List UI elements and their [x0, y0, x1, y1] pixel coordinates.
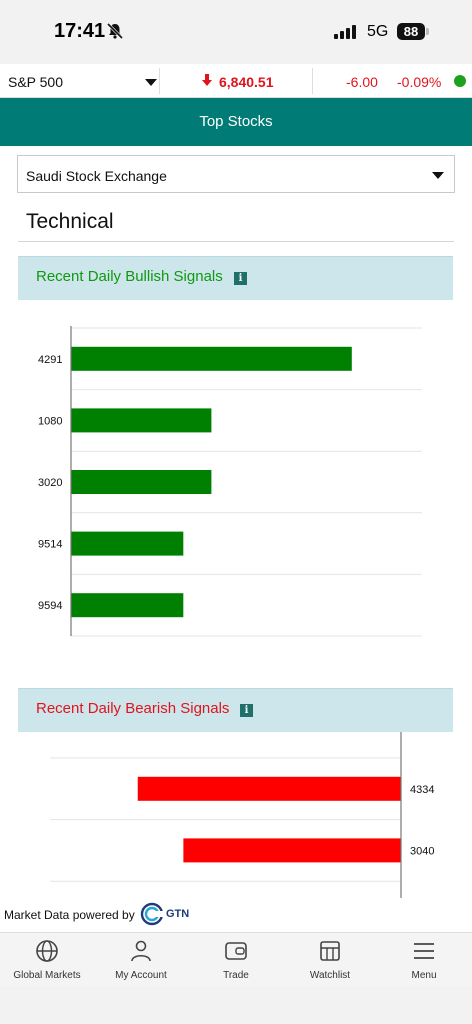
powered-by-bar: Market Data powered by GTN — [0, 898, 472, 932]
battery-tip — [426, 28, 429, 35]
wallet-icon[interactable] — [224, 939, 248, 963]
info-icon[interactable]: i — [240, 704, 253, 717]
divider — [18, 241, 454, 242]
bell-muted-icon — [106, 22, 124, 40]
bar — [71, 346, 352, 371]
tick-label: 4291 — [38, 354, 62, 366]
bar — [71, 531, 184, 556]
bullish-title: Recent Daily Bullish Signals — [36, 268, 223, 285]
bar — [71, 470, 212, 494]
nav-label[interactable]: Trade — [189, 970, 283, 981]
section-title: Technical — [26, 210, 114, 233]
index-ticker[interactable]: S&P 500 6,840.51 -6.00 -0.09% — [0, 64, 472, 98]
chevron-down-icon[interactable] — [432, 172, 444, 179]
status-bar: 17:41 5G 88 — [0, 0, 472, 64]
nav-watchlist[interactable]: Watchlist — [283, 933, 377, 987]
tick-label: 9594 — [38, 600, 62, 612]
nav-trade[interactable]: Trade — [189, 933, 283, 987]
index-value: 6,840.51 — [219, 74, 274, 90]
gtn-logo-icon — [140, 902, 164, 926]
bullish-chart: 4291 1080 3020 9514 9594 — [38, 326, 422, 637]
network-type: 5G — [367, 23, 389, 40]
powered-by-text: Market Data powered by — [4, 908, 135, 922]
chevron-down-icon[interactable] — [145, 79, 157, 86]
index-name[interactable]: S&P 500 — [8, 74, 63, 90]
app-header: Top Stocks — [0, 98, 472, 146]
bearish-panel-header: Recent Daily Bearish Signals i — [18, 688, 453, 732]
bearish-panel: Recent Daily Bearish Signals i 4334 3040 — [18, 688, 453, 898]
globe-icon[interactable] — [35, 939, 59, 963]
index-change-pct: -0.09% — [397, 74, 442, 90]
divider — [159, 68, 160, 94]
info-icon[interactable]: i — [234, 272, 247, 285]
bottom-nav: Global Markets My Account Trade Watchlis… — [0, 932, 472, 986]
bar — [137, 776, 401, 801]
main-content[interactable]: Saudi Stock Exchange Technical Recent Da… — [0, 146, 472, 898]
nav-label[interactable]: My Account — [94, 970, 188, 981]
bearish-chart: 4334 3040 — [50, 732, 434, 898]
gtn-brand: GTN — [166, 908, 190, 920]
bar — [71, 408, 212, 433]
exchange-select[interactable]: Saudi Stock Exchange — [17, 155, 455, 193]
tick-label: 4334 — [410, 784, 434, 796]
bullish-panel-header: Recent Daily Bullish Signals i — [18, 256, 453, 300]
exchange-selected-value[interactable]: Saudi Stock Exchange — [26, 168, 167, 184]
nav-label[interactable]: Menu — [377, 970, 471, 981]
status-time: 17:41 — [54, 20, 106, 42]
page-title: Top Stocks — [199, 113, 273, 130]
index-change: -6.00 — [346, 74, 378, 90]
system-gesture-area — [0, 986, 472, 1024]
tick-label: 3020 — [38, 477, 62, 489]
arrow-down-icon — [202, 74, 212, 86]
nav-label[interactable]: Global Markets — [0, 970, 94, 981]
nav-my-account[interactable]: My Account — [94, 933, 188, 987]
nav-menu[interactable]: Menu — [377, 933, 471, 987]
market-status-dot — [454, 75, 466, 87]
tick-label: 3040 — [410, 845, 434, 857]
battery-icon: 88 — [397, 23, 425, 40]
user-icon[interactable] — [129, 939, 153, 963]
signal-icon — [334, 25, 356, 39]
bullish-panel: Recent Daily Bullish Signals i 4291 1080 3… — [18, 256, 453, 674]
divider — [312, 68, 313, 94]
nav-global-markets[interactable]: Global Markets — [0, 933, 94, 987]
nav-label[interactable]: Watchlist — [283, 970, 377, 981]
bar — [183, 838, 401, 863]
bar — [71, 593, 184, 618]
menu-icon[interactable] — [412, 939, 436, 963]
bearish-title: Recent Daily Bearish Signals — [36, 700, 230, 717]
tick-label: 1080 — [38, 415, 62, 427]
tick-label: 9514 — [38, 539, 62, 551]
watchlist-icon[interactable] — [318, 939, 342, 963]
